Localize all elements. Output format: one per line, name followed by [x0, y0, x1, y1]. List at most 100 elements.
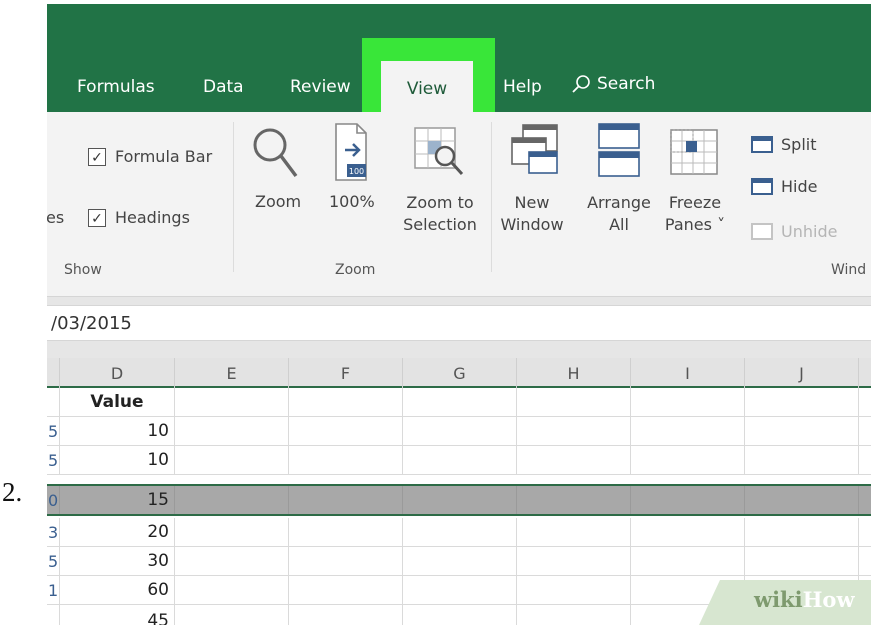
- cell-c[interactable]: 5: [47, 417, 60, 445]
- tab-review[interactable]: Review: [290, 77, 351, 97]
- cell-h[interactable]: [517, 576, 631, 604]
- zoom-to-selection-label: Zoom to Selection: [398, 192, 482, 236]
- tab-view-label: View: [406, 78, 448, 99]
- new-window-label: New Window: [497, 192, 567, 236]
- cell-i[interactable]: [631, 417, 745, 445]
- tell-me-search[interactable]: Search: [571, 74, 655, 94]
- tab-data[interactable]: Data: [203, 77, 244, 97]
- cell-e[interactable]: [175, 605, 289, 625]
- column-header-i[interactable]: I: [631, 358, 745, 388]
- cell-c[interactable]: 3: [47, 518, 60, 546]
- cell-d[interactable]: 15: [60, 486, 175, 514]
- hide-icon: [751, 178, 773, 195]
- cell-c[interactable]: 0: [47, 486, 60, 514]
- cell-e[interactable]: [175, 446, 289, 474]
- search-label: Search: [597, 74, 656, 94]
- cell-h[interactable]: [517, 605, 631, 625]
- cell-f[interactable]: [289, 417, 403, 445]
- cell-j[interactable]: [745, 518, 859, 546]
- table-row[interactable]: 5 10: [47, 417, 871, 446]
- tab-view[interactable]: View: [381, 61, 473, 116]
- cell-d[interactable]: 60: [60, 576, 175, 604]
- cell-j[interactable]: [745, 388, 859, 416]
- cell-c[interactable]: 5: [47, 547, 60, 575]
- cell-f[interactable]: [289, 576, 403, 604]
- cell-c[interactable]: [47, 388, 60, 416]
- cell-g[interactable]: [403, 576, 517, 604]
- cell-g[interactable]: [403, 605, 517, 625]
- cell-i[interactable]: [631, 446, 745, 474]
- column-header-partial[interactable]: [859, 358, 871, 388]
- cell-j[interactable]: [745, 446, 859, 474]
- cell-i[interactable]: [631, 518, 745, 546]
- table-row[interactable]: 3 20: [47, 518, 871, 547]
- cell-g[interactable]: [403, 417, 517, 445]
- cell-d[interactable]: 10: [60, 446, 175, 474]
- cell-c[interactable]: [47, 605, 60, 625]
- formula-bar[interactable]: /03/2015: [47, 305, 871, 341]
- tab-formulas[interactable]: Formulas: [77, 77, 155, 97]
- cell-d[interactable]: 45: [60, 605, 175, 625]
- cell-g[interactable]: [403, 486, 517, 514]
- cell-g[interactable]: [403, 547, 517, 575]
- cell-f[interactable]: [289, 547, 403, 575]
- cell-h[interactable]: [517, 518, 631, 546]
- cell-e[interactable]: [175, 388, 289, 416]
- column-header-d[interactable]: D: [60, 358, 175, 388]
- freeze-panes-icon: [670, 129, 718, 175]
- cell-d[interactable]: 10: [60, 417, 175, 445]
- cell-f[interactable]: [289, 388, 403, 416]
- zoom-100-icon-text: 100: [349, 167, 364, 176]
- table-row[interactable]: Value: [47, 388, 871, 417]
- selected-table-row[interactable]: 0 15: [47, 484, 871, 516]
- cell-h[interactable]: [517, 417, 631, 445]
- cell-j[interactable]: [745, 547, 859, 575]
- table-row[interactable]: 5 30: [47, 547, 871, 576]
- arrange-all-line2: All: [609, 215, 629, 234]
- cell-i[interactable]: [631, 486, 745, 514]
- cell-i[interactable]: [631, 547, 745, 575]
- formula-bar-label[interactable]: Formula Bar: [115, 147, 212, 166]
- headings-checkbox[interactable]: ✓: [88, 209, 106, 227]
- cell-h[interactable]: [517, 486, 631, 514]
- cell-g[interactable]: [403, 446, 517, 474]
- cell-d[interactable]: 20: [60, 518, 175, 546]
- column-header-partial[interactable]: [47, 358, 60, 388]
- cell-e[interactable]: [175, 518, 289, 546]
- cell-e[interactable]: [175, 486, 289, 514]
- cell-f[interactable]: [289, 446, 403, 474]
- cell-f[interactable]: [289, 486, 403, 514]
- column-header-e[interactable]: E: [175, 358, 289, 388]
- cell-e[interactable]: [175, 576, 289, 604]
- cell-j[interactable]: [745, 417, 859, 445]
- new-window-icon: [511, 124, 558, 174]
- cell-i[interactable]: [631, 388, 745, 416]
- column-header-j[interactable]: J: [745, 358, 859, 388]
- cell-d[interactable]: 30: [60, 547, 175, 575]
- cell-h[interactable]: [517, 547, 631, 575]
- headings-label[interactable]: Headings: [115, 208, 190, 227]
- arrange-all-icon: [598, 123, 640, 177]
- cell-d[interactable]: Value: [60, 388, 175, 416]
- hide-label: Hide: [781, 177, 818, 196]
- column-header-f[interactable]: F: [289, 358, 403, 388]
- cell-c[interactable]: 5: [47, 446, 60, 474]
- cell-c[interactable]: 1: [47, 576, 60, 604]
- cell-g[interactable]: [403, 518, 517, 546]
- cell-e[interactable]: [175, 417, 289, 445]
- formula-bar-checkbox[interactable]: ✓: [88, 148, 106, 166]
- zoom-to-selection-icon: [414, 127, 464, 176]
- cell-f[interactable]: [289, 605, 403, 625]
- cell-g[interactable]: [403, 388, 517, 416]
- table-row[interactable]: 5 10: [47, 446, 871, 475]
- tab-help[interactable]: Help: [503, 77, 542, 97]
- cell-h[interactable]: [517, 388, 631, 416]
- freeze-panes-line1: Freeze: [668, 193, 722, 212]
- cell-j[interactable]: [745, 486, 859, 514]
- cell-h[interactable]: [517, 446, 631, 474]
- window-group-label: Wind: [831, 262, 867, 278]
- column-header-h[interactable]: H: [517, 358, 631, 388]
- cell-e[interactable]: [175, 547, 289, 575]
- column-header-g[interactable]: G: [403, 358, 517, 388]
- cell-f[interactable]: [289, 518, 403, 546]
